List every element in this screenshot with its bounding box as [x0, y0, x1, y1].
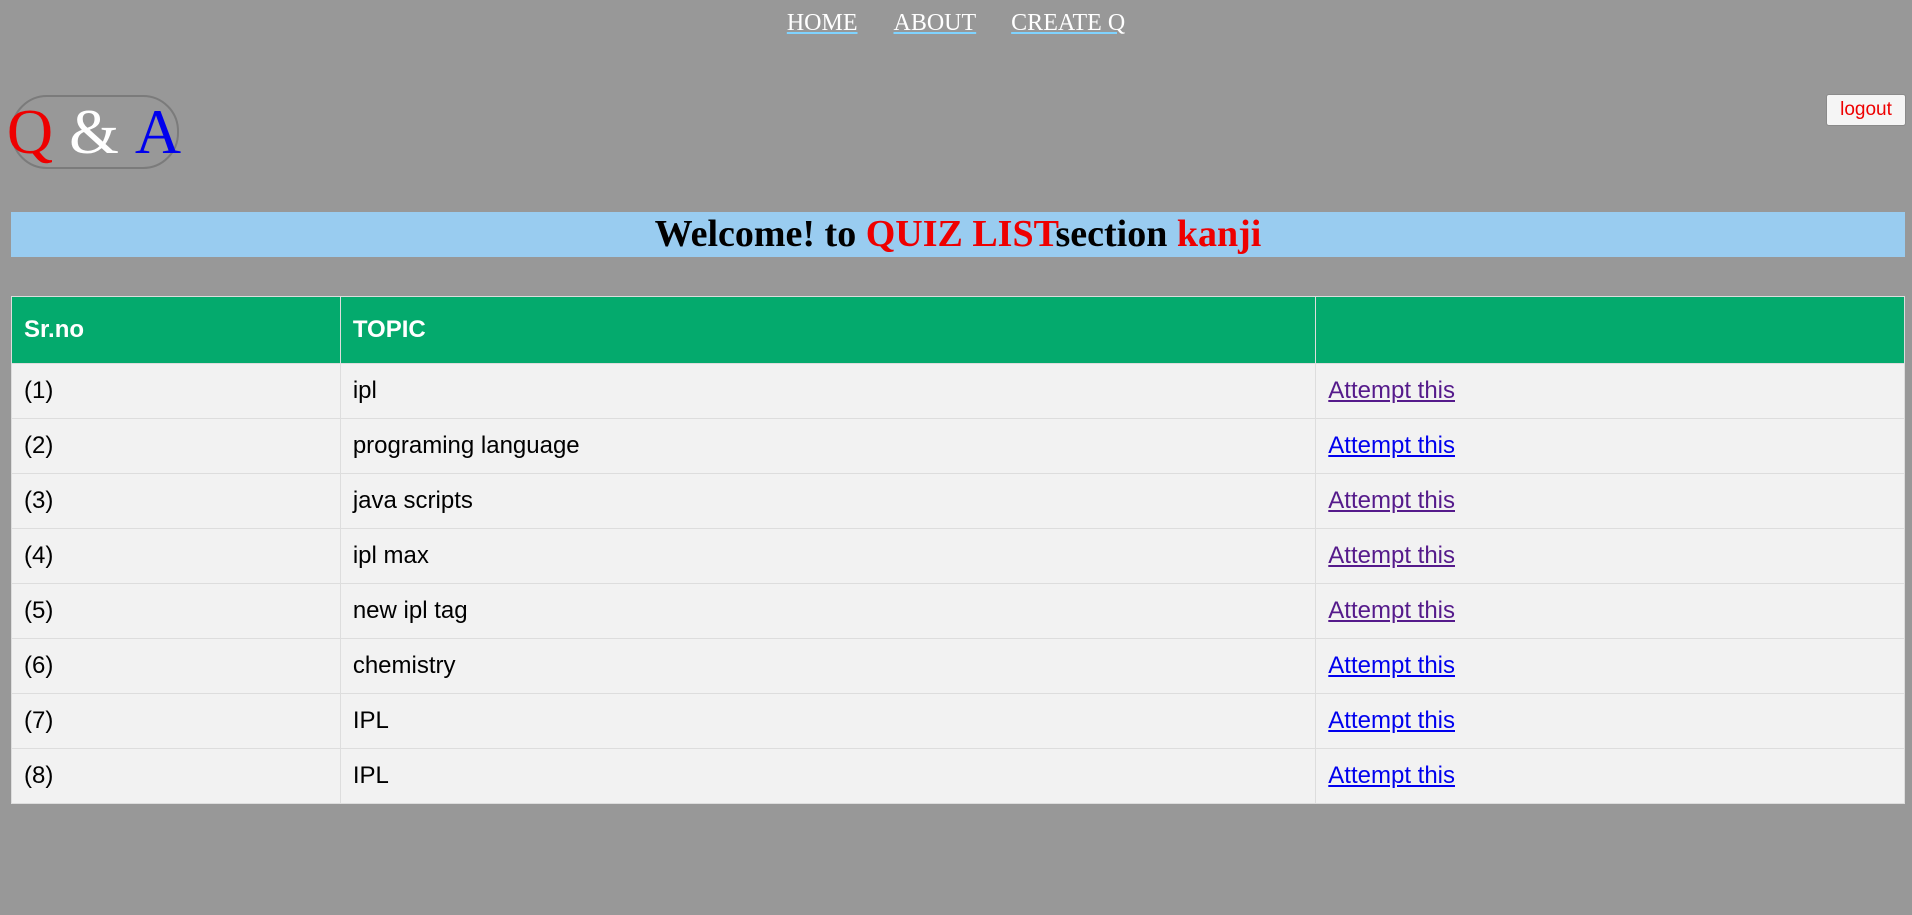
attempt-link[interactable]: Attempt this — [1328, 652, 1455, 679]
row-topic: programing language — [339, 418, 1317, 474]
table-row: (2) programing language Attempt this — [11, 418, 1905, 474]
nav-about-link[interactable]: ABOUT — [894, 10, 977, 36]
welcome-section: section — [1055, 213, 1177, 255]
welcome-username: kanji — [1176, 213, 1262, 255]
row-action-cell: Attempt this — [1315, 418, 1905, 474]
attempt-link[interactable]: Attempt this — [1328, 377, 1455, 404]
row-sr-no: (7) — [11, 693, 341, 749]
logo-ampersand: & — [69, 96, 121, 167]
row-sr-no: (1) — [11, 363, 341, 419]
row-sr-no: (2) — [11, 418, 341, 474]
logout-button[interactable]: logout — [1826, 94, 1906, 126]
welcome-banner: Welcome! to QUIZ LISTsection kanji — [11, 212, 1905, 257]
table-row: (6) chemistry Attempt this — [11, 638, 1905, 694]
logo-q: Q — [6, 96, 56, 167]
row-sr-no: (5) — [11, 583, 341, 639]
attempt-link[interactable]: Attempt this — [1328, 707, 1455, 734]
row-topic: java scripts — [339, 473, 1317, 529]
table-row: (8) IPL Attempt this — [11, 748, 1905, 804]
welcome-prefix: Welcome! to — [654, 213, 866, 255]
attempt-link[interactable]: Attempt this — [1328, 597, 1455, 624]
row-topic: chemistry — [339, 638, 1317, 694]
row-sr-no: (6) — [11, 638, 341, 694]
table-row: (3) java scripts Attempt this — [11, 473, 1905, 529]
row-action-cell: Attempt this — [1315, 638, 1905, 694]
top-nav: HOME ABOUT CREATE Q — [0, 10, 1912, 37]
quiz-list-table: Sr.no TOPIC (1) ipl Attempt this (2) pro… — [11, 296, 1905, 804]
welcome-quiz-list: QUIZ LIST — [865, 213, 1056, 255]
nav-create-q-label: CREATE Q — [1011, 10, 1126, 36]
attempt-link[interactable]: Attempt this — [1328, 762, 1455, 789]
row-topic: new ipl tag — [339, 583, 1317, 639]
row-sr-no: (4) — [11, 528, 341, 584]
attempt-link[interactable]: Attempt this — [1328, 432, 1455, 459]
row-action-cell: Attempt this — [1315, 583, 1905, 639]
row-topic: ipl — [339, 363, 1317, 419]
logo-a: A — [134, 96, 184, 167]
row-sr-no: (3) — [11, 473, 341, 529]
row-action-cell: Attempt this — [1315, 473, 1905, 529]
row-topic: IPL — [339, 693, 1317, 749]
qa-logo: Q & A — [7, 95, 181, 169]
row-action-cell: Attempt this — [1315, 748, 1905, 804]
table-row: (5) new ipl tag Attempt this — [11, 583, 1905, 639]
table-row: (1) ipl Attempt this — [11, 363, 1905, 419]
table-row: (4) ipl max Attempt this — [11, 528, 1905, 584]
nav-home-link[interactable]: HOME — [787, 10, 858, 36]
table-row: (7) IPL Attempt this — [11, 693, 1905, 749]
header-sr-no: Sr.no — [11, 296, 341, 364]
nav-create-q-link[interactable]: CREATE Q — [1011, 10, 1125, 36]
attempt-link[interactable]: Attempt this — [1328, 487, 1455, 514]
row-action-cell: Attempt this — [1315, 363, 1905, 419]
attempt-link[interactable]: Attempt this — [1328, 542, 1455, 569]
header-topic: TOPIC — [339, 296, 1317, 364]
row-topic: IPL — [339, 748, 1317, 804]
row-action-cell: Attempt this — [1315, 693, 1905, 749]
table-header-row: Sr.no TOPIC — [11, 296, 1905, 364]
row-action-cell: Attempt this — [1315, 528, 1905, 584]
header-action — [1315, 296, 1905, 364]
row-topic: ipl max — [339, 528, 1317, 584]
row-sr-no: (8) — [11, 748, 341, 804]
